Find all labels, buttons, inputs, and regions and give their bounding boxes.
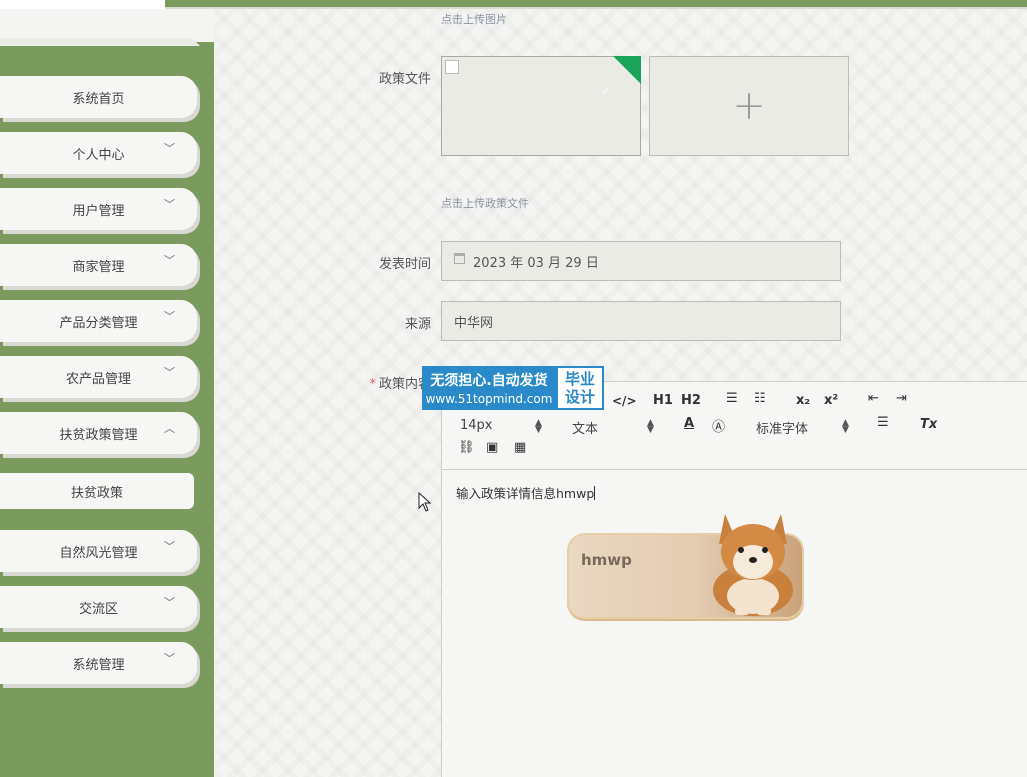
editor-content[interactable]: 输入政策详情信息hmwp (456, 483, 596, 502)
success-flag (613, 56, 641, 84)
date-picker[interactable]: 2023 年 03 月 29 日 (441, 241, 841, 281)
plus-icon: + (732, 83, 766, 129)
select-arrows-icon: ▲ ▼ (535, 418, 542, 435)
sidebar-item-forum[interactable]: 交流区 ﹀ (0, 586, 197, 628)
sidebar-item-label: 农产品管理 (65, 371, 131, 387)
chevron-up-icon: ︿ (164, 422, 175, 435)
sidebar-item-personal[interactable]: 个人中心 ﹀ (0, 132, 197, 174)
sidebar-item-label: 个人中心 (72, 147, 125, 163)
heading2-button[interactable]: H2 (681, 393, 701, 408)
clear-format-button[interactable]: Tx (920, 417, 937, 432)
required-mark: * (369, 377, 376, 392)
sidebar-item-home[interactable]: 系统首页 (0, 76, 197, 118)
sidebar-item-label: 扶贫政策管理 (59, 427, 138, 443)
watermark-left: 无须担心.自动发货 www.51topmind.com (422, 366, 556, 410)
date-label: 发表时间 (378, 257, 431, 272)
font-color-icon[interactable]: A (684, 416, 694, 431)
bullet-list-icon[interactable]: ☷ (754, 391, 766, 406)
sidebar-item-label: 产品分类管理 (59, 315, 138, 331)
chevron-down-icon: ﹀ (164, 142, 175, 155)
font-family-select[interactable]: 标准字体 ▲ ▼ (756, 418, 851, 438)
content-label: * 政策内容 (369, 377, 431, 392)
select-arrows-icon: ▲ ▼ (842, 418, 849, 435)
text-caret (594, 486, 596, 500)
sidebar-item-categories[interactable]: 产品分类管理 ﹀ (0, 300, 197, 342)
sidebar-item-system[interactable]: 系统管理 ﹀ (0, 642, 197, 684)
chevron-down-icon: ﹀ (164, 254, 175, 267)
upload-button[interactable]: + (649, 56, 849, 156)
watermark-banner: 无须担心.自动发货 www.51topmind.com 毕业 设计 (422, 366, 604, 410)
sidebar-item-scenery[interactable]: 自然风光管理 ﹀ (0, 530, 197, 572)
sidebar-item-merchants[interactable]: 商家管理 ﹀ (0, 244, 197, 286)
sidebar-cap (0, 38, 200, 46)
sidebar-item-policy[interactable]: 扶贫政策管理 ︿ (0, 412, 197, 454)
file-label: 政策文件 (378, 72, 431, 87)
header-left (0, 0, 170, 9)
chevron-down-icon: ﹀ (164, 310, 175, 323)
source-input[interactable]: 中华网 (441, 301, 841, 341)
sidebar-item-label: 商家管理 (72, 259, 125, 275)
sidebar-item-products[interactable]: 农产品管理 ﹀ (0, 356, 197, 398)
header-strip (165, 0, 1027, 9)
uploaded-file[interactable]: ✓ (441, 56, 641, 156)
sidebar-item-label: 自然风光管理 (59, 545, 138, 561)
sidebar-item-label: 交流区 (78, 601, 118, 617)
video-icon[interactable]: ▦ (514, 440, 526, 455)
chevron-down-icon: ﹀ (164, 652, 175, 665)
image-icon[interactable]: ▣ (486, 440, 498, 455)
sidebar-subitem-label: 扶贫政策 (70, 485, 123, 501)
superscript-button[interactable]: x² (824, 393, 838, 408)
source-value: 中华网 (454, 315, 494, 331)
subscript-button[interactable]: x₂ (796, 393, 810, 408)
date-value: 2023 年 03 月 29 日 (473, 255, 599, 271)
chevron-down-icon: ﹀ (164, 540, 175, 553)
chevron-down-icon: ﹀ (164, 596, 175, 609)
check-icon: ✓ (600, 85, 610, 98)
align-icon[interactable]: ☰ (877, 415, 889, 430)
code-button[interactable]: </> (612, 394, 637, 408)
ordered-list-icon[interactable]: ☰ (726, 391, 738, 406)
sidebar-item-label: 用户管理 (72, 203, 125, 219)
image-upload-hint: 点击上传图片 (441, 13, 507, 26)
chevron-down-icon: ﹀ (164, 198, 175, 211)
sidebar-item-label: 系统管理 (72, 657, 125, 673)
chevron-down-icon: ﹀ (164, 366, 175, 379)
file-upload-hint: 点击上传政策文件 (441, 197, 529, 210)
calendar-icon (454, 252, 465, 264)
sidebar-subitem-policy[interactable]: 扶贫政策 (0, 473, 194, 509)
mouse-cursor-icon (418, 492, 432, 512)
font-size-select[interactable]: 14px ▲ ▼ (460, 418, 544, 435)
indent-icon[interactable]: ⇥ (896, 391, 907, 406)
heading1-button[interactable]: H1 (653, 393, 673, 408)
broken-image-icon (445, 60, 459, 74)
sidebar-item-users[interactable]: 用户管理 ﹀ (0, 188, 197, 230)
sticker-text: hmwp (581, 551, 632, 569)
sidebar-item-label: 系统首页 (72, 91, 125, 107)
outdent-icon[interactable]: ⇤ (868, 391, 879, 406)
dog-icon (713, 514, 793, 616)
paragraph-select[interactable]: 文本 ▲ ▼ (572, 418, 656, 438)
link-icon[interactable]: ⛓ (458, 440, 475, 455)
source-label: 来源 (404, 317, 431, 332)
background-color-icon[interactable]: Ⓐ (712, 416, 725, 435)
select-arrows-icon: ▲ ▼ (647, 418, 654, 435)
watermark-right: 毕业 设计 (556, 366, 604, 410)
